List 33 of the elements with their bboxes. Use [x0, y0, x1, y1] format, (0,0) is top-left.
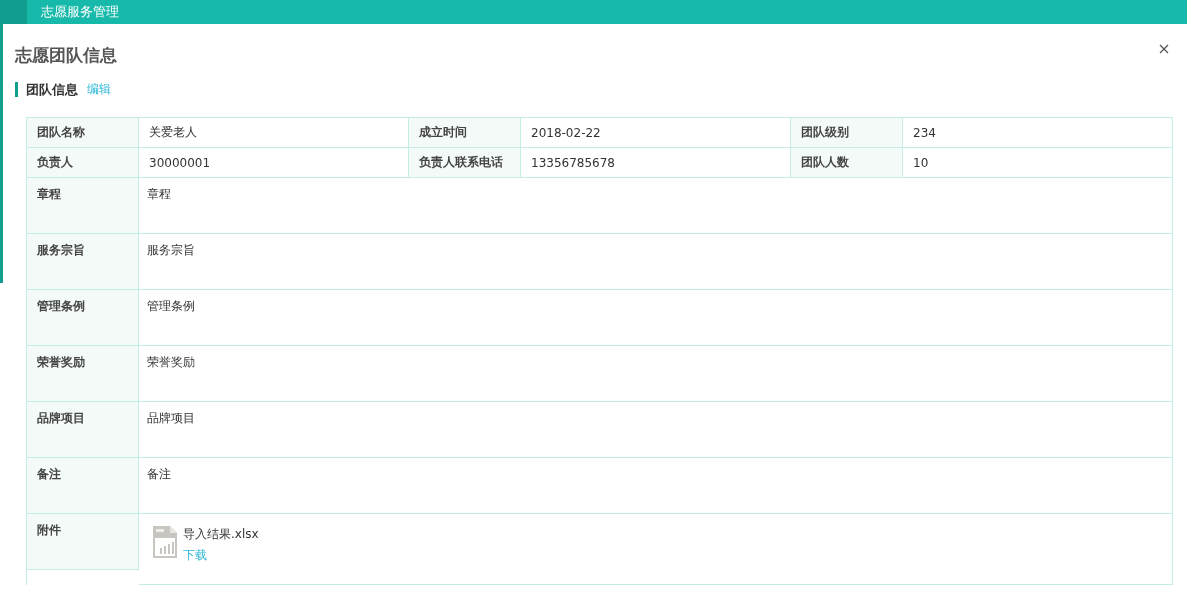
download-link[interactable]: 下载 [183, 547, 259, 564]
close-icon[interactable] [1159, 44, 1169, 54]
field-label: 品牌项目 [27, 402, 139, 458]
field-value: 10 [903, 148, 1173, 178]
field-value: 服务宗旨 [139, 234, 1173, 290]
field-value: 13356785678 [521, 148, 791, 178]
field-label: 管理条例 [27, 290, 139, 346]
field-label: 附件 [27, 514, 139, 570]
dialog-title: 志愿团队信息 [15, 44, 117, 67]
field-label: 团队人数 [791, 148, 903, 178]
field-value: 管理条例 [139, 290, 1173, 346]
section-title: 团队信息 [26, 80, 78, 99]
field-value: 荣誉奖励 [139, 346, 1173, 402]
field-value: 关爱老人 [139, 118, 409, 148]
field-label: 负责人 [27, 148, 139, 178]
app-title: 志愿服务管理 [41, 3, 119, 21]
field-label: 服务宗旨 [27, 234, 139, 290]
field-label: 章程 [27, 178, 139, 234]
field-value: 章程 [139, 178, 1173, 234]
field-label: 团队名称 [27, 118, 139, 148]
field-label: 团队级别 [791, 118, 903, 148]
field-value: 234 [903, 118, 1173, 148]
field-label: 荣誉奖励 [27, 346, 139, 402]
spreadsheet-file-icon [153, 526, 177, 558]
file-name: 导入结果.xlsx [183, 526, 259, 543]
field-value: 品牌项目 [139, 402, 1173, 458]
field-label: 成立时间 [409, 118, 521, 148]
field-value: 2018-02-22 [521, 118, 791, 148]
field-label: 负责人联系电话 [409, 148, 521, 178]
field-value: 备注 [139, 458, 1173, 514]
field-value: 30000001 [139, 148, 409, 178]
edit-link[interactable]: 编辑 [87, 81, 111, 98]
field-label: 备注 [27, 458, 139, 514]
